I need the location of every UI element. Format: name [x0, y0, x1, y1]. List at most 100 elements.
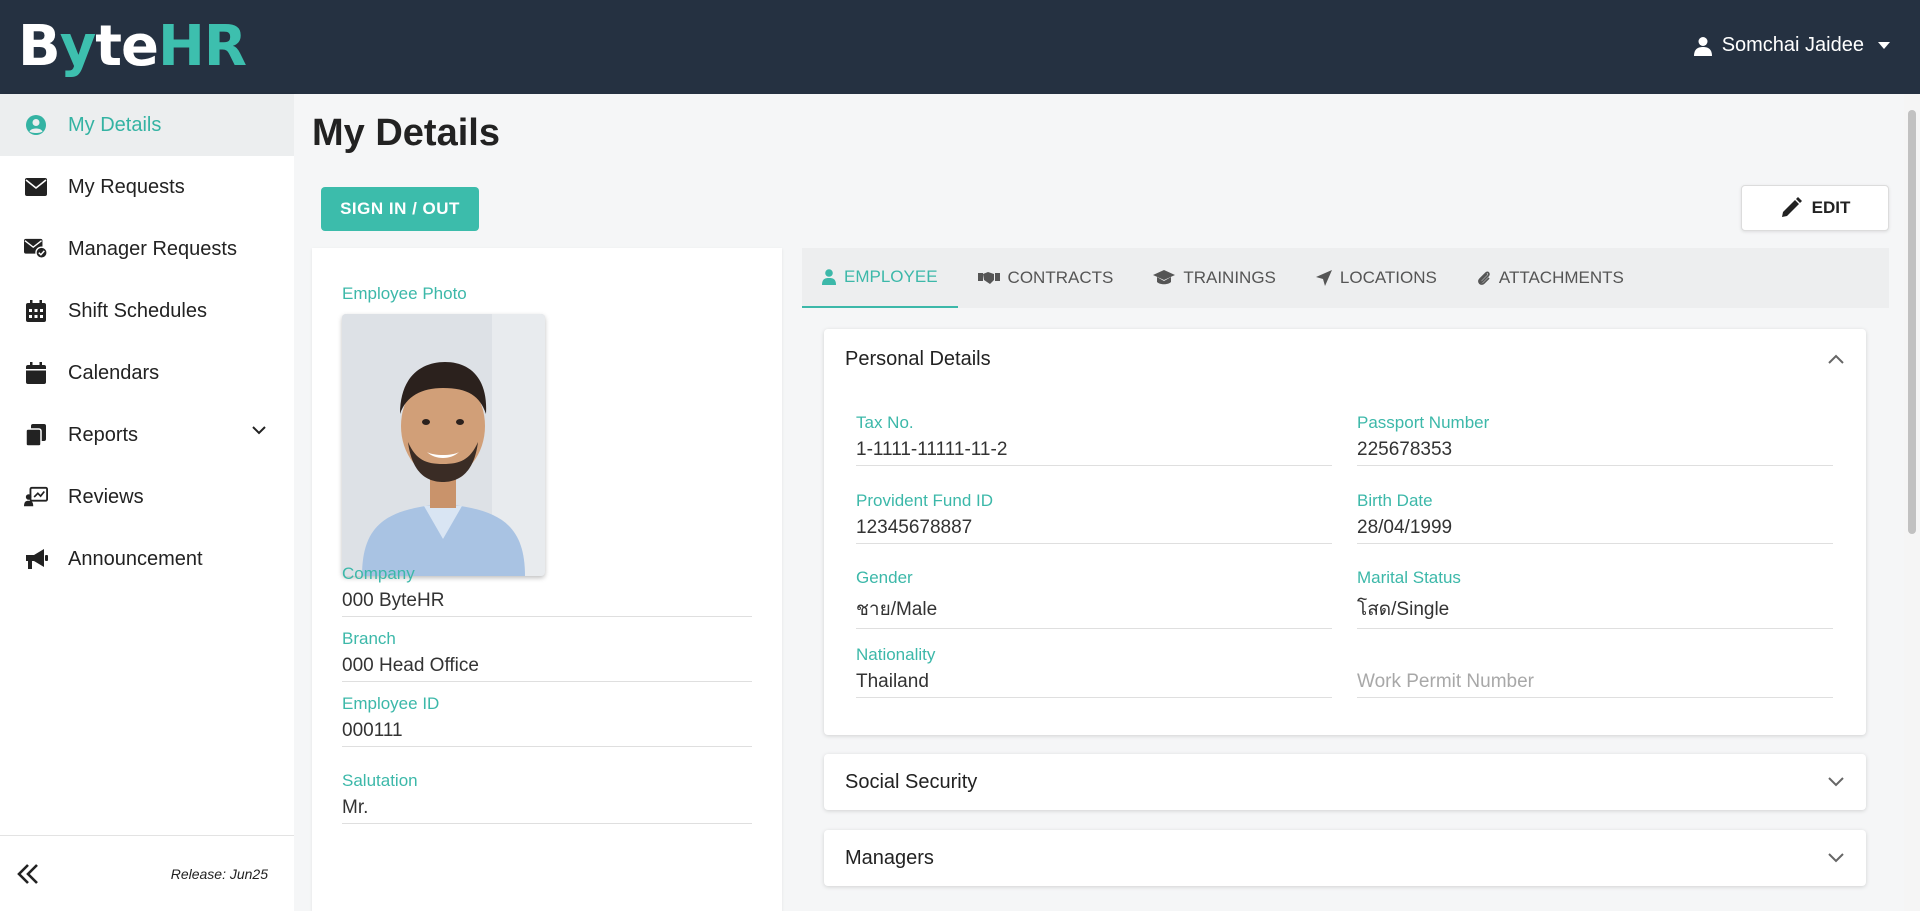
sidebar-item-label: Announcement — [68, 547, 203, 570]
sidebar-item-label: My Requests — [68, 175, 185, 198]
main-content: My Details SIGN IN / OUT EDIT Employee P… — [294, 94, 1904, 911]
calendar-icon — [24, 361, 48, 385]
tab-label: CONTRACTS — [1007, 268, 1114, 287]
branch-field: Branch 000 Head Office — [342, 629, 752, 682]
tax-no-field: Tax No. 1-1111-11111-11-2 — [856, 413, 1332, 466]
sidebar-item-label: Reviews — [68, 485, 144, 508]
panel-title: Social Security — [845, 770, 978, 793]
marital-status-value: โสด/Single — [1357, 594, 1833, 629]
logo-letter-b: B — [18, 14, 61, 79]
sidebar-item-label: My Details — [68, 113, 162, 136]
top-bar: ByteHR Somchai Jaidee — [0, 0, 1920, 94]
salutation-value: Mr. — [342, 797, 752, 824]
employee-photo[interactable] — [342, 314, 545, 576]
managers-panel[interactable]: Managers — [824, 830, 1866, 886]
chevron-up-icon[interactable] — [1828, 354, 1844, 364]
tab-trainings[interactable]: TRAININGS — [1133, 248, 1296, 308]
user-name: Somchai Jaidee — [1721, 34, 1864, 56]
tab-employee[interactable]: EMPLOYEE — [802, 248, 958, 308]
social-security-panel[interactable]: Social Security — [824, 754, 1866, 810]
sidebar-item-shift-schedules[interactable]: Shift Schedules — [0, 280, 294, 342]
pencil-icon — [1781, 197, 1802, 217]
provident-fund-value: 12345678887 — [856, 517, 1332, 544]
employee-detail-card: EMPLOYEE CONTRACTS TRAININGS LOCATIONS A… — [802, 248, 1889, 911]
sidebar-item-reviews[interactable]: Reviews — [0, 466, 294, 528]
sidebar-item-my-requests[interactable]: My Requests — [0, 156, 294, 218]
scrollbar-thumb[interactable] — [1908, 110, 1916, 534]
panel-title: Personal Details — [845, 347, 991, 370]
tab-label: TRAININGS — [1183, 268, 1276, 287]
gender-label: Gender — [856, 568, 913, 587]
branch-label: Branch — [342, 629, 396, 648]
chalkboard-user-icon — [24, 485, 48, 509]
edit-button-label: EDIT — [1811, 198, 1851, 217]
gender-value: ชาย/Male — [856, 594, 1332, 629]
logo-letter-y: y — [59, 14, 97, 79]
sidebar-footer: Release: Jun25 — [0, 835, 294, 911]
provident-fund-label: Provident Fund ID — [856, 491, 994, 510]
chevron-down-icon[interactable] — [1828, 853, 1844, 863]
tax-no-label: Tax No. — [856, 413, 914, 432]
sidebar: My Details My Requests Manager Requests … — [0, 94, 294, 911]
tax-no-value: 1-1111-11111-11-2 — [856, 439, 1332, 466]
collapse-sidebar-icon[interactable] — [16, 863, 40, 885]
marital-status-label: Marital Status — [1357, 568, 1461, 587]
user-circle-icon — [24, 113, 48, 137]
copy-icon — [24, 423, 48, 447]
location-arrow-icon — [1315, 270, 1332, 286]
envelope-check-icon — [24, 237, 48, 261]
employee-id-value: 000111 — [342, 720, 752, 747]
company-label: Company — [342, 564, 415, 583]
personal-details-header[interactable]: Personal Details — [824, 329, 1866, 389]
company-field: Company 000 ByteHR — [342, 564, 752, 617]
passport-number-field: Passport Number 225678353 — [1357, 413, 1833, 466]
birth-date-field: Birth Date 28/04/1999 — [1357, 491, 1833, 544]
passport-number-label: Passport Number — [1357, 413, 1490, 432]
paperclip-icon — [1477, 271, 1490, 285]
tab-locations[interactable]: LOCATIONS — [1296, 248, 1457, 308]
sidebar-item-my-details[interactable]: My Details — [0, 94, 294, 156]
salutation-label: Salutation — [342, 771, 418, 790]
release-label: Release: Jun25 — [170, 865, 268, 882]
sidebar-item-label: Calendars — [68, 361, 160, 384]
provident-fund-field: Provident Fund ID 12345678887 — [856, 491, 1332, 544]
branch-value: 000 Head Office — [342, 655, 752, 682]
tab-attachments[interactable]: ATTACHMENTS — [1457, 248, 1644, 308]
sidebar-item-manager-requests[interactable]: Manager Requests — [0, 218, 294, 280]
social-security-header[interactable]: Social Security — [824, 754, 1866, 810]
sidebar-item-label: Reports — [68, 423, 139, 446]
sidebar-item-label: Manager Requests — [68, 237, 237, 260]
company-value: 000 ByteHR — [342, 590, 752, 617]
handshake-icon — [977, 272, 1000, 284]
sidebar-item-reports[interactable]: Reports — [0, 404, 294, 466]
logo-letters-hr: HR — [157, 14, 247, 79]
work-permit-field: . Work Permit Number — [1357, 645, 1833, 698]
chevron-down-icon[interactable] — [252, 426, 266, 435]
work-permit-placeholder: Work Permit Number — [1357, 671, 1833, 698]
sign-in-out-button[interactable]: SIGN IN / OUT — [321, 187, 479, 231]
page-title: My Details — [312, 112, 500, 154]
employee-id-label: Employee ID — [342, 694, 440, 713]
gender-field: Gender ชาย/Male — [856, 568, 1332, 629]
tab-contracts[interactable]: CONTRACTS — [958, 248, 1134, 308]
chevron-down-icon[interactable] — [1828, 777, 1844, 787]
tab-bar: EMPLOYEE CONTRACTS TRAININGS LOCATIONS A… — [802, 248, 1889, 308]
photo-label: Employee Photo — [342, 284, 467, 303]
nationality-value: Thailand — [856, 671, 1332, 698]
nationality-label: Nationality — [856, 645, 936, 664]
tab-label: EMPLOYEE — [844, 267, 938, 286]
employee-summary-card: Employee Photo Company 000 ByteHR Branch — [312, 248, 782, 911]
user-icon — [1693, 36, 1712, 56]
sidebar-item-announcement[interactable]: Announcement — [0, 528, 294, 590]
personal-details-panel: Personal Details Tax No. 1-1111-11111-11… — [824, 329, 1866, 735]
managers-header[interactable]: Managers — [824, 830, 1866, 886]
bytehr-logo[interactable]: ByteHR — [18, 14, 247, 79]
megaphone-icon — [24, 547, 48, 571]
edit-button[interactable]: EDIT — [1741, 185, 1889, 231]
page-scrollbar[interactable] — [1904, 94, 1920, 911]
sidebar-item-calendars[interactable]: Calendars — [0, 342, 294, 404]
graduation-cap-icon — [1153, 270, 1176, 285]
user-menu[interactable]: Somchai Jaidee — [1693, 34, 1890, 57]
tab-label: ATTACHMENTS — [1498, 268, 1624, 287]
salutation-field: Salutation Mr. — [342, 771, 752, 824]
